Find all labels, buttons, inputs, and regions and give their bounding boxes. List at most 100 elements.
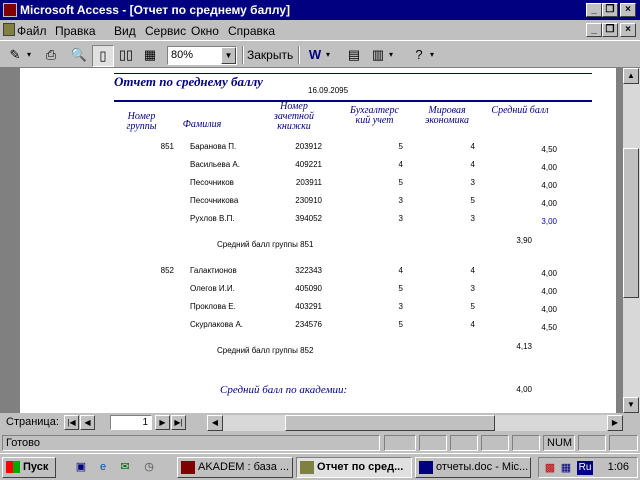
- minimize-button[interactable]: _: [586, 3, 602, 17]
- tray-network-icon[interactable]: ▦: [559, 461, 573, 475]
- restore-button[interactable]: ❐: [602, 3, 618, 17]
- design-view-icon[interactable]: ✎: [4, 45, 26, 67]
- one-page-icon[interactable]: ▯: [92, 45, 114, 67]
- header-group-no: Номер группы: [126, 111, 157, 132]
- header-world-economy: Мировая экономика: [424, 105, 470, 126]
- average-grade: 4,00: [541, 305, 557, 314]
- print-icon[interactable]: ⎙: [40, 45, 62, 67]
- group-summary-label: Средний балл группы 851: [217, 240, 314, 249]
- report-preview-area: Отчет по среднему баллу 16.09.2095 Номер…: [0, 68, 623, 413]
- surname: Галактионов: [190, 266, 237, 275]
- doc-close-button[interactable]: ×: [620, 23, 636, 37]
- menu-help[interactable]: Справка: [228, 24, 275, 38]
- title-bar: Microsoft Access - [Отчет по среднему ба…: [0, 0, 640, 20]
- accounting-grade: 4: [398, 266, 403, 275]
- record-book: 203912: [295, 142, 322, 151]
- header-surname: Фамилия: [182, 119, 222, 130]
- previous-page-icon[interactable]: ◀: [80, 415, 95, 430]
- database-window-icon[interactable]: ▤: [343, 45, 365, 67]
- zoom-select[interactable]: 80% ▼: [167, 46, 237, 65]
- menu-window[interactable]: Окно: [191, 24, 219, 38]
- economy-grade: 4: [470, 142, 475, 151]
- taskbar-task-access-db[interactable]: AKADEM : база ...: [177, 457, 293, 478]
- last-page-icon[interactable]: ▶|: [171, 415, 186, 430]
- report-page: Отчет по среднему баллу 16.09.2095 Номер…: [20, 68, 616, 413]
- task-label: AKADEM : база ...: [198, 461, 290, 473]
- status-panel: [512, 435, 540, 451]
- horizontal-scrollbar[interactable]: ◀ ▶: [207, 415, 623, 431]
- menu-tools[interactable]: Сервис: [145, 24, 186, 38]
- record-book: 230910: [295, 196, 322, 205]
- accounting-grade: 3: [398, 196, 403, 205]
- internet-explorer-icon[interactable]: e: [96, 460, 110, 474]
- page-label: Страница:: [6, 416, 59, 428]
- scroll-down-icon[interactable]: ▼: [623, 397, 639, 413]
- taskbar-task-word[interactable]: отчеты.doc - Mic...: [415, 457, 531, 478]
- menu-edit[interactable]: Правка: [55, 24, 96, 38]
- multiple-pages-icon[interactable]: ▦: [139, 45, 161, 67]
- start-label: Пуск: [23, 461, 49, 473]
- economy-grade: 5: [470, 196, 475, 205]
- average-grade: 4,00: [541, 269, 557, 278]
- office-links-icon[interactable]: W: [304, 45, 326, 67]
- status-bar: Готово NUM: [0, 433, 640, 453]
- toolbar-separator: [242, 46, 244, 64]
- close-preview-button[interactable]: Закрыть: [247, 45, 293, 67]
- two-pages-icon[interactable]: ▯▯: [115, 45, 137, 67]
- economy-grade: 3: [470, 178, 475, 187]
- vertical-scroll-thumb[interactable]: [623, 148, 639, 298]
- menu-file[interactable]: Файл: [17, 24, 47, 38]
- taskbar-task-report[interactable]: Отчет по сред...: [296, 457, 412, 478]
- group-summary-value: 3,90: [516, 236, 532, 245]
- chevron-down-icon[interactable]: ▼: [221, 47, 236, 64]
- report-window-icon[interactable]: [3, 23, 15, 36]
- economy-grade: 4: [470, 266, 475, 275]
- outlook-icon[interactable]: ✉: [118, 460, 132, 474]
- vertical-scrollbar[interactable]: ▲ ▼: [623, 68, 640, 413]
- next-page-icon[interactable]: ▶: [155, 415, 170, 430]
- menu-view[interactable]: Вид: [114, 24, 136, 38]
- doc-restore-button[interactable]: ❐: [602, 23, 618, 37]
- accounting-grade: 5: [398, 178, 403, 187]
- zoom-value: 80%: [171, 49, 194, 61]
- show-desktop-icon[interactable]: ▣: [74, 460, 88, 474]
- language-indicator[interactable]: Ru: [577, 461, 593, 475]
- page-number-input[interactable]: 1: [110, 415, 152, 430]
- accounting-grade: 5: [398, 142, 403, 151]
- access-app-icon[interactable]: [3, 3, 17, 17]
- doc-minimize-button[interactable]: _: [586, 23, 602, 37]
- clock-app-icon[interactable]: ◷: [142, 460, 156, 474]
- surname: Песочников: [190, 178, 234, 187]
- group-summary-label: Средний балл группы 852: [217, 346, 314, 355]
- new-object-icon[interactable]: ▥: [367, 45, 389, 67]
- average-grade: 4,50: [541, 145, 557, 154]
- surname: Рухлов В.П.: [190, 214, 235, 223]
- close-button[interactable]: ×: [620, 3, 636, 17]
- economy-grade: 3: [470, 284, 475, 293]
- design-view-dropdown-icon[interactable]: ▾: [27, 45, 31, 67]
- scroll-up-icon[interactable]: ▲: [623, 68, 639, 84]
- first-page-icon[interactable]: |◀: [64, 415, 79, 430]
- average-grade: 4,00: [541, 287, 557, 296]
- office-assistant-icon[interactable]: ?: [408, 45, 430, 67]
- tray-app-icon[interactable]: ▩: [543, 461, 557, 475]
- header-record-book: Номер зачетной книжки: [273, 101, 315, 132]
- office-links-dropdown-icon[interactable]: ▾: [326, 45, 330, 67]
- header-accounting: Бухгалтерс кий учет: [350, 105, 399, 126]
- report-header-rule: [114, 100, 592, 102]
- assistant-dropdown-icon[interactable]: ▾: [430, 45, 434, 67]
- accounting-grade: 5: [398, 284, 403, 293]
- scroll-right-icon[interactable]: ▶: [607, 415, 623, 431]
- status-panel: [481, 435, 509, 451]
- print-preview-toolbar: ✎ ▾ ⎙ 🔍 ▯ ▯▯ ▦ 80% ▼ Закрыть W ▾ ▤ ▥ ▾ ?…: [0, 40, 640, 68]
- new-object-dropdown-icon[interactable]: ▾: [389, 45, 393, 67]
- toolbar-separator: [298, 46, 300, 64]
- zoom-icon[interactable]: 🔍: [68, 45, 90, 67]
- average-grade: 3,00: [541, 217, 557, 226]
- scroll-left-icon[interactable]: ◀: [207, 415, 223, 431]
- window-title: Microsoft Access - [Отчет по среднему ба…: [20, 3, 291, 17]
- horizontal-scroll-thumb[interactable]: [285, 415, 495, 431]
- start-button[interactable]: Пуск: [2, 457, 56, 478]
- surname: Проклова Е.: [190, 302, 236, 311]
- record-book: 405090: [295, 284, 322, 293]
